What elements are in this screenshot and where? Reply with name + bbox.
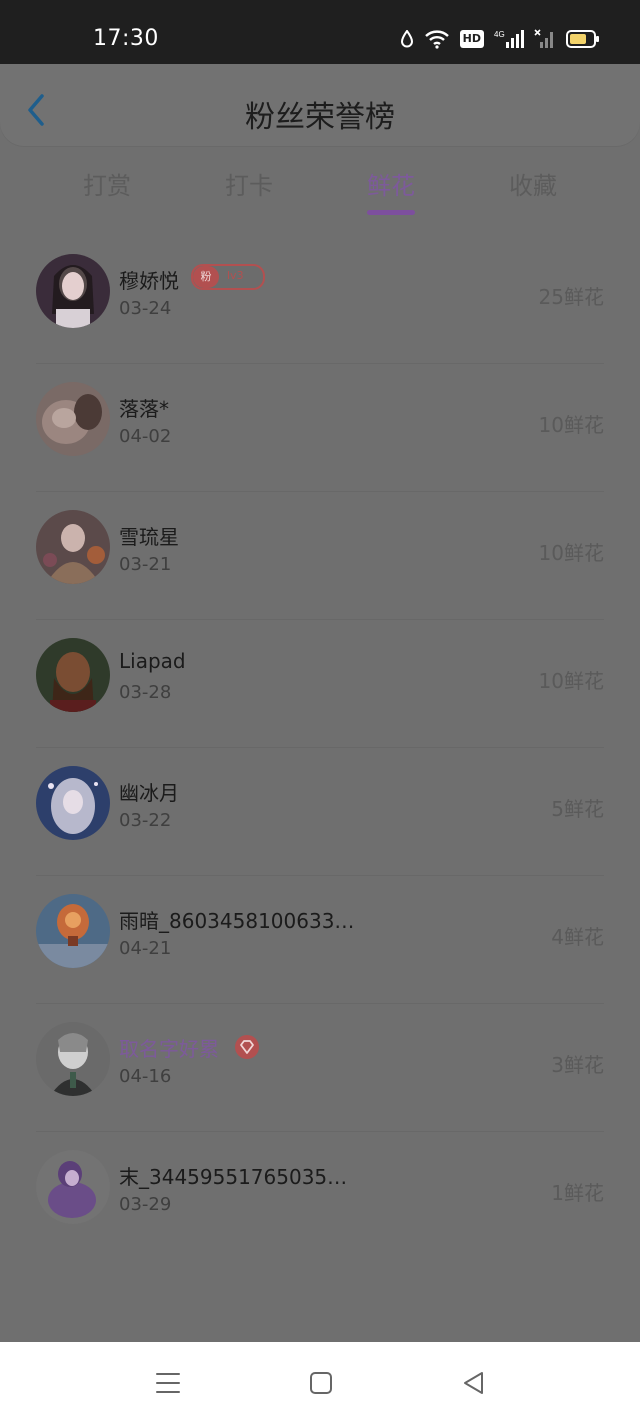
fan-level-badge: 粉 lv3	[191, 264, 265, 290]
tab-checkin[interactable]: 打卡	[189, 166, 309, 201]
user-name[interactable]: 雪琉星	[119, 521, 179, 550]
status-icons: HD 4G	[400, 27, 600, 51]
signal-4g-icon: 4G	[494, 28, 524, 50]
fan-badge-level: lv3	[227, 269, 244, 282]
page-title: 粉丝荣誉榜	[245, 100, 395, 135]
back-nav-button[interactable]	[459, 1368, 489, 1398]
user-name[interactable]: 取名字好累	[119, 1033, 219, 1062]
drop-icon	[400, 30, 414, 48]
battery-icon	[566, 30, 600, 48]
list-item[interactable]: 取名字好累 04-16 3鲜花	[0, 1004, 640, 1132]
avatar[interactable]	[36, 1150, 110, 1224]
tab-flowers[interactable]: 鲜花	[331, 166, 451, 201]
status-time: 17:30	[93, 26, 159, 51]
flower-count: 10鲜花	[538, 413, 604, 437]
flower-count: 1鲜花	[551, 1181, 604, 1205]
date: 03-29	[119, 1194, 172, 1215]
fan-badge-label: 粉	[193, 266, 219, 288]
status-bar: 17:30 HD 4G	[0, 0, 640, 64]
list-item[interactable]: 穆娇悦 粉 lv3 03-24 25鲜花	[0, 236, 640, 364]
list-item[interactable]: 雨暗_86034581006339... 04-21 4鲜花	[0, 876, 640, 1004]
date: 04-16	[119, 1066, 172, 1087]
list-item[interactable]: Liapad 03-28 10鲜花	[0, 620, 640, 748]
signal-no-service-icon	[534, 28, 556, 50]
user-name[interactable]: 幽冰月	[119, 777, 179, 806]
date: 03-24	[119, 298, 172, 319]
menu-button[interactable]	[153, 1368, 183, 1398]
hd-label: HD	[459, 30, 484, 48]
user-name[interactable]: 穆娇悦	[119, 265, 179, 294]
flower-count: 3鲜花	[551, 1053, 604, 1077]
list-item[interactable]: 落落* 04-02 10鲜花	[0, 364, 640, 492]
avatar[interactable]	[36, 382, 110, 456]
flower-count: 5鲜花	[551, 797, 604, 821]
back-triangle-icon	[464, 1372, 483, 1394]
date: 03-21	[119, 554, 172, 575]
menu-icon	[156, 1373, 180, 1393]
tab-reward[interactable]: 打赏	[47, 166, 167, 201]
active-tab-indicator	[367, 210, 415, 215]
hd-icon: HD	[459, 30, 484, 48]
avatar[interactable]	[36, 894, 110, 968]
flower-count: 10鲜花	[538, 669, 604, 693]
vip-badge	[235, 1035, 259, 1059]
system-nav-bar	[0, 1342, 640, 1422]
app-header: 粉丝荣誉榜	[0, 64, 640, 146]
date: 04-21	[119, 938, 172, 959]
date: 03-22	[119, 810, 172, 831]
fan-list: 穆娇悦 粉 lv3 03-24 25鲜花 落落* 04-02 10鲜花 雪琉星 …	[0, 236, 640, 1260]
avatar[interactable]	[36, 1022, 110, 1096]
date: 04-02	[119, 426, 172, 447]
wifi-icon	[424, 29, 450, 49]
diamond-icon	[240, 1040, 254, 1054]
list-item[interactable]: 雪琉星 03-21 10鲜花	[0, 492, 640, 620]
user-name[interactable]: 雨暗_86034581006339...	[119, 905, 359, 934]
flower-count: 10鲜花	[538, 541, 604, 565]
flower-count: 25鲜花	[538, 285, 604, 309]
date: 03-28	[119, 682, 172, 703]
home-button[interactable]	[306, 1368, 336, 1398]
avatar[interactable]	[36, 254, 110, 328]
tab-bar: 打赏 打卡 鲜花 收藏	[0, 160, 640, 220]
flower-count: 4鲜花	[551, 925, 604, 949]
home-square-icon	[310, 1372, 332, 1394]
avatar[interactable]	[36, 510, 110, 584]
svg-text:4G: 4G	[494, 30, 505, 39]
avatar[interactable]	[36, 766, 110, 840]
list-item[interactable]: 幽冰月 03-22 5鲜花	[0, 748, 640, 876]
user-name[interactable]: Liapad	[119, 649, 186, 673]
list-item[interactable]: 末_344595517650359131 03-29 1鲜花	[0, 1132, 640, 1260]
tab-favorites[interactable]: 收藏	[473, 166, 593, 201]
user-name[interactable]: 末_344595517650359131	[119, 1161, 359, 1190]
avatar[interactable]	[36, 638, 110, 712]
user-name[interactable]: 落落*	[119, 393, 169, 422]
